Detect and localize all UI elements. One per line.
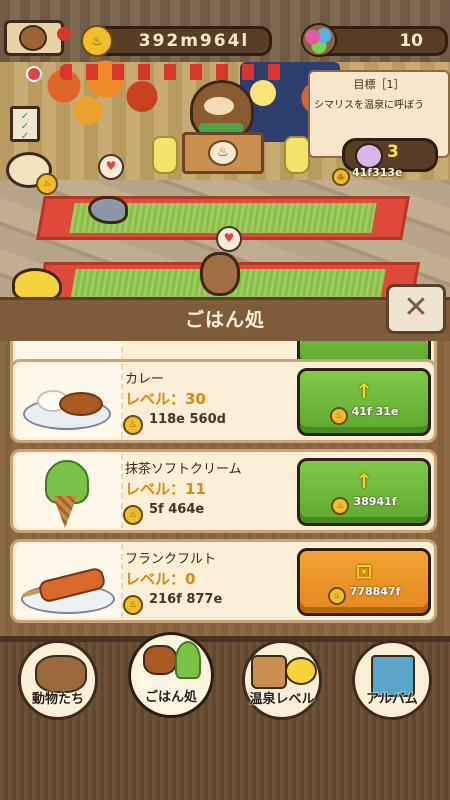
lantern-string: [60, 64, 290, 80]
tanuki-face: [204, 97, 234, 115]
matcha-softcream-image: [15, 454, 123, 528]
cone-icon: [53, 496, 77, 528]
goal-sub-amount: 41f313e: [352, 166, 403, 179]
food-income: ♨ 118e 560d: [123, 412, 226, 435]
nav-food-button[interactable]: ごはん処: [128, 632, 214, 718]
notification-dot-icon: [26, 66, 42, 82]
unlock-button[interactable]: ⊡ ♨ 778847f: [297, 548, 431, 616]
gem-amount: 10: [399, 31, 423, 51]
food-income: ♨ 216f 877e: [123, 592, 222, 615]
onsen-level-icon: [251, 655, 287, 689]
food-income-value: 216f 877e: [149, 592, 223, 607]
moon-icon: [250, 80, 276, 106]
onsen-coin-icon: ♨: [81, 25, 113, 57]
pampas-vase-right: [284, 136, 310, 174]
softcream-icon: [175, 641, 201, 679]
upgrade-cost: ♨ 38941f: [300, 495, 428, 515]
goal-sub-value: ♨ 41f313e: [332, 166, 403, 186]
gem-bundle-icon: [301, 23, 337, 57]
duck-animal[interactable]: [12, 268, 62, 300]
nav-label: アルバム: [366, 692, 418, 707]
onsen-coin-icon: ♨: [331, 497, 350, 515]
goal-reward-count: 3: [387, 142, 399, 162]
food-income: ♨ 5f 464e: [123, 502, 204, 525]
sparrow-animal[interactable]: [88, 196, 128, 224]
food-income-value: 5f 464e: [149, 502, 205, 517]
food-list[interactable]: カレー レベル：30 ♨ 118e 560d ↑ ♨ 41f 31e 抹茶ソフトクリ…: [0, 341, 450, 636]
heart-bubble-icon[interactable]: ♥: [98, 154, 124, 180]
list-item-matcha-softcream: 抹茶ソフトクリーム レベル：11 ♨ 5f 464e ↑ ♨ 38941f: [10, 449, 437, 533]
nav-label: 温泉レベル: [249, 692, 315, 707]
onsen-coin-icon: ♨: [123, 415, 143, 435]
quest-list-button[interactable]: ✓ ✓ ✓: [10, 106, 40, 142]
panel-title: ごはん処: [184, 309, 265, 331]
duck-icon: [285, 657, 317, 685]
player-avatar[interactable]: [4, 20, 71, 56]
curry-image: [15, 364, 123, 438]
close-icon: ✕: [403, 290, 429, 325]
onsen-coin-icon: ♨: [123, 595, 143, 615]
gem-counter: 10: [301, 23, 448, 57]
bear-avatar-icon: [19, 25, 47, 51]
food-name: フランクフルト: [125, 552, 217, 567]
onsen-coin-icon: ♨: [123, 505, 143, 525]
coin-amount: 392m964l: [138, 31, 250, 51]
upgrade-button[interactable]: ↑ ♨ 41f 31e: [297, 368, 431, 436]
nav-label: 動物たち: [31, 692, 84, 707]
food-level: レベル：0: [125, 570, 196, 588]
list-item-frankfurt: フランクフルト レベル：0 ♨ 216f 877e ⊡ ♨ 778847f: [10, 539, 437, 623]
up-arrow-icon: ↑: [355, 469, 373, 493]
reception-counter: ♨: [182, 132, 264, 174]
food-name: カレー: [125, 372, 165, 387]
onsen-mark-icon: ♨: [208, 140, 238, 166]
onsen-coin-icon: ♨: [332, 168, 350, 186]
food-level: レベル：30: [125, 390, 206, 408]
food-level: レベル：11: [125, 480, 206, 498]
food-income-value: 118e 560d: [149, 412, 226, 427]
pampas-vase-left: [152, 136, 178, 174]
goal-title: 目標［1］: [353, 78, 405, 91]
curry-icon: [59, 392, 103, 416]
squirrel-animal[interactable]: [200, 252, 240, 296]
unlock-cost-value: 778847f: [349, 585, 401, 598]
frankfurt-image: [15, 544, 123, 618]
tanuki-character[interactable]: [190, 80, 254, 140]
upgrade-button[interactable]: ↑ ♨ 38941f: [297, 458, 431, 526]
nav-album-button[interactable]: アルバム: [352, 640, 432, 720]
nav-label: ごはん処: [144, 690, 197, 705]
onsen-coin-icon: ♨: [329, 407, 348, 425]
close-button[interactable]: ✕: [386, 284, 446, 334]
food-name: 抹茶ソフトクリーム: [125, 462, 242, 477]
unlock-cost: ♨ 778847f: [300, 585, 428, 605]
up-arrow-icon: ↑: [355, 379, 373, 403]
upgrade-cost-value: 38941f: [353, 495, 397, 508]
list-item-curry: カレー レベル：30 ♨ 118e 560d ↑ ♨ 41f 31e: [10, 359, 437, 443]
apple-icon: [57, 27, 71, 41]
goal-description: シマリスを温泉に呼ぼう: [314, 100, 424, 111]
heart-bubble-icon[interactable]: ♥: [216, 226, 242, 252]
coin-counter: ♨ 392m964l: [81, 25, 272, 57]
upgrade-cost-value: 41f 31e: [351, 405, 399, 418]
upgrade-cost: ♨ 41f 31e: [300, 405, 428, 425]
unlock-icon: ⊡: [355, 559, 373, 583]
nav-animals-button[interactable]: 動物たち: [18, 640, 98, 720]
nav-onsen-level-button[interactable]: 温泉レベル: [242, 640, 322, 720]
onsen-coin-icon: ♨: [36, 173, 58, 195]
food-icon: [143, 645, 177, 675]
onsen-coin-icon: ♨: [327, 587, 346, 605]
